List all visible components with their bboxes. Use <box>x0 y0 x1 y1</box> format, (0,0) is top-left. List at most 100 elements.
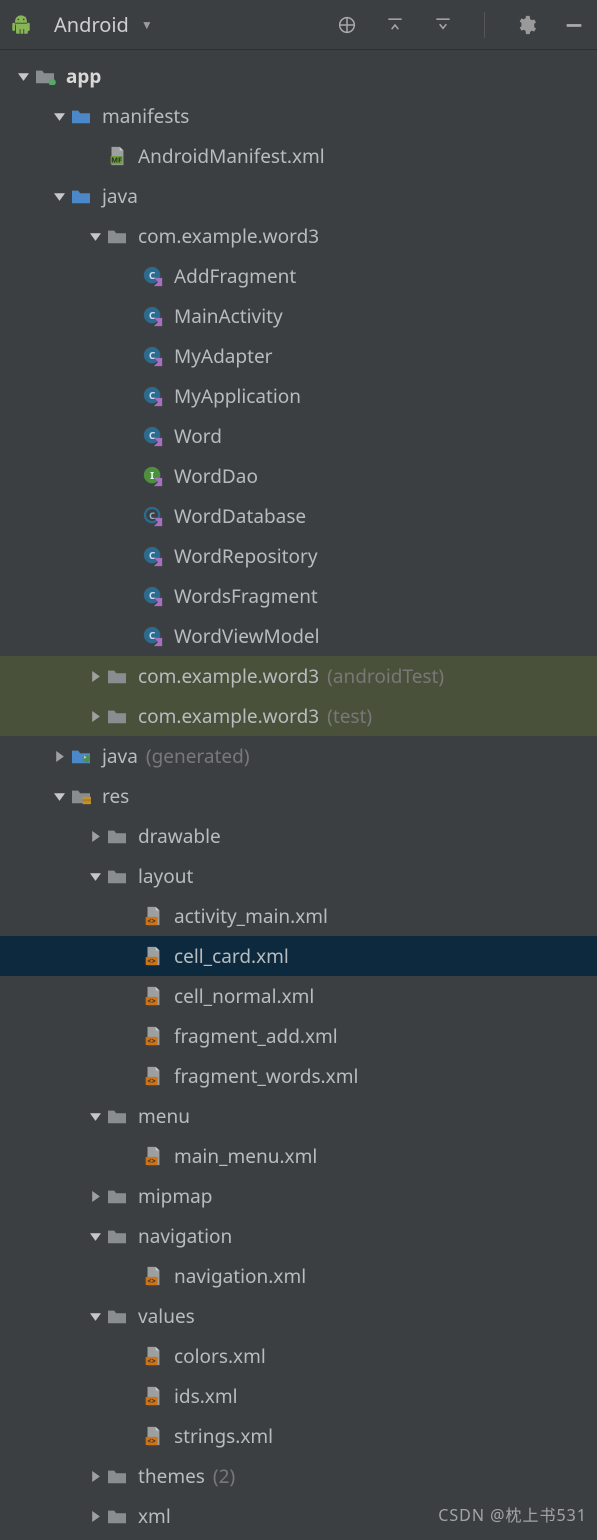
kt-interface-icon: I <box>142 465 164 487</box>
tree-item[interactable]: java (generated) <box>0 736 597 776</box>
tree-item-label: mipmap <box>138 1183 212 1209</box>
gear-icon[interactable] <box>513 12 539 38</box>
chevron-right-icon[interactable] <box>84 831 106 842</box>
folder-gray-icon <box>106 1185 128 1207</box>
select-opened-file-icon[interactable] <box>334 12 360 38</box>
tree-item[interactable]: <>fragment_add.xml <box>0 1016 597 1056</box>
tree-item-label: manifests <box>102 103 189 129</box>
tree-item[interactable]: <>navigation.xml <box>0 1256 597 1296</box>
tree-item-label: app <box>66 63 101 89</box>
chevron-down-icon[interactable] <box>84 1111 106 1122</box>
dropdown-triangle-icon: ▼ <box>141 16 153 33</box>
tree-item-label: com.example.word3 <box>138 223 319 249</box>
chevron-down-icon[interactable] <box>84 231 106 242</box>
chevron-right-icon[interactable] <box>84 671 106 682</box>
tree-item[interactable]: res <box>0 776 597 816</box>
tree-item[interactable]: com.example.word3 (androidTest) <box>0 656 597 696</box>
tree-item[interactable]: manifests <box>0 96 597 136</box>
chevron-right-icon[interactable] <box>84 1191 106 1202</box>
svg-text:C: C <box>149 428 156 442</box>
tree-item-label: activity_main.xml <box>174 903 328 929</box>
hide-icon[interactable] <box>561 12 587 38</box>
tree-item-label: com.example.word3 <box>138 663 319 689</box>
folder-gray-icon <box>106 825 128 847</box>
module-icon <box>34 65 56 87</box>
chevron-down-icon[interactable] <box>12 71 34 82</box>
tree-item-label: res <box>102 783 129 809</box>
tree-item[interactable]: <>ids.xml <box>0 1376 597 1416</box>
tree-item[interactable]: <>fragment_words.xml <box>0 1056 597 1096</box>
tree-item[interactable]: CWordRepository <box>0 536 597 576</box>
tree-item-label: colors.xml <box>174 1343 266 1369</box>
folder-gray-icon <box>106 225 128 247</box>
kt-class-icon: C <box>142 585 164 607</box>
tree-item-label: AndroidManifest.xml <box>138 143 325 169</box>
collapse-all-icon[interactable] <box>430 12 456 38</box>
tree-item-label: Word <box>174 423 222 449</box>
chevron-down-icon[interactable] <box>48 111 70 122</box>
tree-item-suffix: (androidTest) <box>327 663 444 689</box>
chevron-down-icon[interactable] <box>48 791 70 802</box>
tree-item[interactable]: <> main_menu.xml <box>0 1136 597 1176</box>
chevron-down-icon[interactable] <box>84 871 106 882</box>
tree-item[interactable]: <>cell_normal.xml <box>0 976 597 1016</box>
svg-text:C: C <box>149 348 156 362</box>
tree-item[interactable]: mipmap <box>0 1176 597 1216</box>
tree-item[interactable]: layout <box>0 856 597 896</box>
folder-gray-icon <box>106 705 128 727</box>
tree-item[interactable]: CWordDatabase <box>0 496 597 536</box>
kt-class-icon: C <box>142 545 164 567</box>
chevron-right-icon[interactable] <box>84 711 106 722</box>
tree-item[interactable]: <>strings.xml <box>0 1416 597 1456</box>
tree-item[interactable]: com.example.word3 <box>0 216 597 256</box>
tree-item[interactable]: themes(2) <box>0 1456 597 1496</box>
tree-item[interactable]: app <box>0 56 597 96</box>
tree-item[interactable]: menu <box>0 1096 597 1136</box>
tree-item-label: MainActivity <box>174 303 283 329</box>
tree-item[interactable]: CAddFragment <box>0 256 597 296</box>
tree-item[interactable]: CMyAdapter <box>0 336 597 376</box>
svg-text:<>: <> <box>147 1156 155 1166</box>
chevron-right-icon[interactable] <box>48 751 70 762</box>
xml-layout-icon: <> <box>142 1385 164 1407</box>
chevron-right-icon[interactable] <box>84 1511 106 1522</box>
expand-all-icon[interactable] <box>382 12 408 38</box>
tree-item[interactable]: values <box>0 1296 597 1336</box>
tree-item[interactable]: drawable <box>0 816 597 856</box>
tree-item-label: java <box>102 183 138 209</box>
tree-item[interactable]: CWordViewModel <box>0 616 597 656</box>
tree-item[interactable]: <> colors.xml <box>0 1336 597 1376</box>
xml-layout-icon: <> <box>142 1025 164 1047</box>
tree-item[interactable]: MFAndroidManifest.xml <box>0 136 597 176</box>
chevron-down-icon[interactable] <box>84 1231 106 1242</box>
chevron-right-icon[interactable] <box>84 1471 106 1482</box>
xml-layout-icon: <> <box>142 1065 164 1087</box>
tree-item[interactable]: CMainActivity <box>0 296 597 336</box>
tree-item-label: java <box>102 743 138 769</box>
view-selector[interactable]: Android ▼ <box>10 11 153 38</box>
watermark-text: CSDN @枕上书531 <box>438 1502 587 1526</box>
kt-class-icon: C <box>142 345 164 367</box>
tree-item-suffix: (generated) <box>146 743 250 769</box>
android-icon <box>10 14 32 36</box>
tree-item-label: com.example.word3 <box>138 703 319 729</box>
chevron-down-icon[interactable] <box>84 1311 106 1322</box>
kt-class-icon: C <box>142 385 164 407</box>
tree-item[interactable]: navigation <box>0 1216 597 1256</box>
tree-item[interactable]: CMyApplication <box>0 376 597 416</box>
folder-gen-icon <box>70 745 92 767</box>
tree-item[interactable]: IWordDao <box>0 456 597 496</box>
tree-item-label: navigation.xml <box>174 1263 306 1289</box>
tree-item[interactable]: <>cell_card.xml <box>0 936 597 976</box>
folder-gray-icon <box>106 865 128 887</box>
tree-item[interactable]: CWordsFragment <box>0 576 597 616</box>
tree-item-label: main_menu.xml <box>174 1143 317 1169</box>
tree-item[interactable]: java <box>0 176 597 216</box>
project-tree[interactable]: appmanifestsMFAndroidManifest.xmljavacom… <box>0 50 597 1536</box>
tree-item[interactable]: C Word <box>0 416 597 456</box>
tree-item[interactable]: <>activity_main.xml <box>0 896 597 936</box>
chevron-down-icon[interactable] <box>48 191 70 202</box>
svg-text:C: C <box>149 548 156 562</box>
tree-item[interactable]: com.example.word3(test) <box>0 696 597 736</box>
svg-text:<>: <> <box>147 1356 155 1366</box>
